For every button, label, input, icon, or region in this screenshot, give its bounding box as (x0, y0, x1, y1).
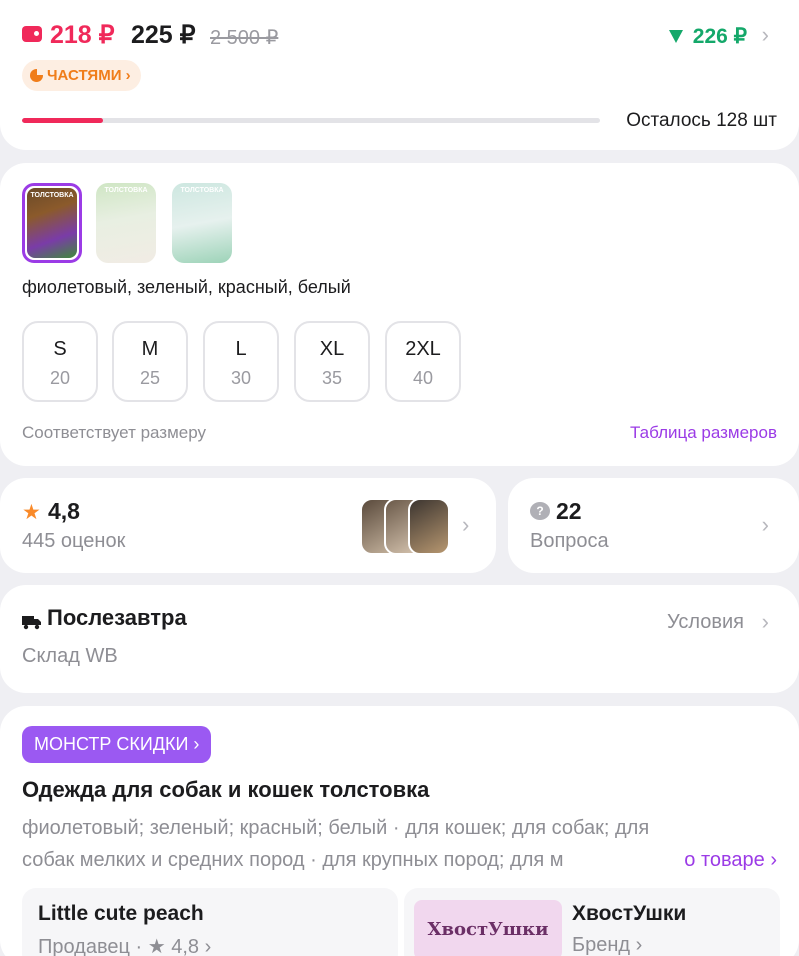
brand-logo: ХвостУшки (414, 900, 562, 956)
delivery-conditions-link[interactable]: Условия (667, 611, 744, 634)
swatch-image: ТОЛСТОВКА (27, 188, 77, 258)
chevron-right-icon[interactable]: › (762, 22, 769, 48)
brand-sub: Бренд › (572, 934, 643, 956)
brand-block[interactable]: ХвостУшки ХвостУшки Бренд › (404, 888, 780, 956)
delivery-warehouse: Склад WB (22, 645, 118, 667)
size-label: 2XL (405, 338, 441, 360)
old-price: 2 500 ₽ (210, 27, 279, 49)
size-label: S (53, 338, 67, 360)
size-ru: 20 (49, 368, 71, 388)
chevron-right-icon: › (761, 609, 769, 634)
size-label: XL (319, 338, 345, 360)
about-product-link[interactable]: о товаре › (656, 844, 777, 876)
swatch-label: ТОЛСТОВКА (104, 187, 148, 194)
review-photos[interactable] (360, 498, 452, 555)
truck-icon (22, 616, 41, 630)
monster-discount-badge[interactable]: МОНСТР СКИДКИ › (22, 726, 212, 763)
questions-count: 22 (556, 498, 582, 524)
review-photo (408, 498, 450, 555)
star-icon: ★ (22, 501, 41, 524)
brand-name: ХвостУшки (572, 902, 687, 925)
price-card: 218 ₽ 225 ₽ 2 500 ₽ 226 ₽ › ЧАСТЯМИ › Ос… (0, 0, 799, 150)
questions-label: Вопроса (530, 530, 609, 552)
price-down-icon (669, 30, 683, 43)
swatch-image: ТОЛСТОВКА (96, 183, 156, 263)
seller-block[interactable]: Little cute peach Продавец · ★ 4,8 › (22, 888, 398, 956)
rating-card[interactable]: ★ 4,8 445 оценок › (0, 478, 496, 573)
swatch-label: ТОЛСТОВКА (180, 187, 224, 194)
stock-progress-fill (22, 118, 103, 123)
size-label: M (141, 338, 159, 360)
question-bubble-icon: ? (530, 502, 550, 520)
colors-text: фиолетовый, зеленый, красный, белый (22, 277, 351, 297)
size-option-l[interactable]: L 30 (203, 321, 279, 402)
color-swatch-white[interactable]: ТОЛСТОВКА (172, 183, 232, 263)
fit-text: Соответствует размеру (22, 423, 206, 442)
swatch-image: ТОЛСТОВКА (172, 183, 232, 263)
rating-value: 4,8 (48, 498, 80, 524)
delivery-title: Послезавтра (47, 605, 187, 630)
installments-label: ЧАСТЯМИ › (47, 67, 131, 84)
size-label: L (235, 338, 247, 360)
stock-progress-bar (22, 118, 600, 123)
description-line: собак мелких и средних пород · для крупн… (22, 849, 564, 871)
alt-price[interactable]: 226 ₽ (693, 24, 747, 49)
product-info-card: МОНСТР СКИДКИ › Одежда для собак и кошек… (0, 706, 799, 956)
size-ru: 35 (321, 368, 343, 388)
variants-card: ТОЛСТОВКА ТОЛСТОВКА ТОЛСТОВКА фиолетовый… (0, 163, 799, 466)
pie-chart-icon (30, 69, 43, 82)
size-option-2xl[interactable]: 2XL 40 (385, 321, 461, 402)
questions-card[interactable]: ? 22 Вопроса › (508, 478, 799, 573)
color-swatch-purple[interactable]: ТОЛСТОВКА (22, 183, 82, 263)
size-ru: 40 (412, 368, 434, 388)
seller-name: Little cute peach (38, 902, 204, 925)
stock-remaining: Осталось 128 шт (626, 110, 777, 131)
current-price: 225 ₽ (131, 21, 196, 49)
delivery-card[interactable]: Послезавтра Склад WB Условия › (0, 585, 799, 693)
wallet-icon (22, 26, 42, 42)
chevron-right-icon: › (462, 512, 470, 537)
rating-count: 445 оценок (22, 530, 126, 552)
size-ru: 30 (230, 368, 252, 388)
size-option-m[interactable]: M 25 (112, 321, 188, 402)
chevron-right-icon: › (761, 512, 769, 537)
swatch-label: ТОЛСТОВКА (30, 192, 74, 199)
installments-button[interactable]: ЧАСТЯМИ › (22, 60, 141, 91)
size-option-s[interactable]: S 20 (22, 321, 98, 402)
seller-sub: Продавец · ★ 4,8 › (38, 936, 212, 956)
size-table-link[interactable]: Таблица размеров (630, 423, 777, 443)
size-option-xl[interactable]: XL 35 (294, 321, 370, 402)
wallet-price: 218 ₽ (50, 21, 115, 49)
color-swatch-green[interactable]: ТОЛСТОВКА (96, 183, 156, 263)
product-title: Одежда для собак и кошек толстовка (22, 777, 430, 802)
size-ru: 25 (139, 368, 161, 388)
description-line: фиолетовый; зеленый; красный; белый · дл… (22, 817, 650, 839)
